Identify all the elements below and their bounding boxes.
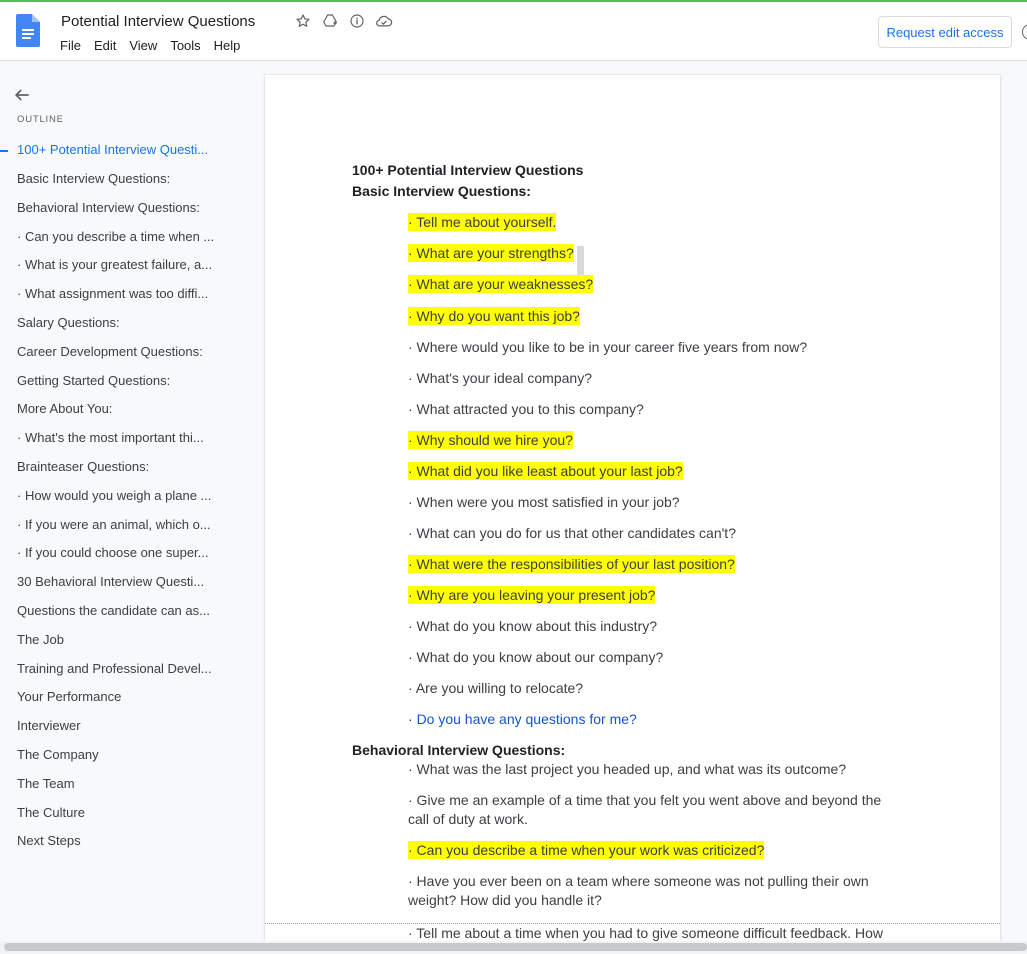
horizontal-scrollbar[interactable] (0, 941, 1027, 954)
question-line: · Have you ever been on a team where som… (408, 873, 869, 889)
app-header: Potential Interview Questions File Edit … (0, 2, 1027, 61)
outline-item[interactable]: Your Performance (17, 689, 221, 705)
question-line: · What do you know about this industry? (408, 618, 658, 634)
question-line: · What do you know about our company? (408, 649, 664, 665)
outline-item[interactable]: More About You: (17, 401, 221, 417)
request-edit-access-button[interactable]: Request edit access (878, 16, 1012, 48)
question-link[interactable]: Do you have any questions for me? (417, 711, 637, 727)
outline-item[interactable]: Salary Questions: (17, 315, 221, 331)
question-line: · Why do you want this job? (408, 307, 580, 325)
outline-active-indicator (0, 150, 8, 152)
menu-help[interactable]: Help (214, 38, 241, 53)
docs-logo-icon[interactable] (16, 14, 40, 47)
outline-item[interactable]: Next Steps (17, 833, 221, 849)
question-line: · Can you describe a time when your work… (408, 841, 765, 859)
question-line: · What were the responsibilities of your… (408, 555, 735, 573)
star-icon[interactable] (294, 12, 312, 30)
outline-item[interactable]: Questions the candidate can as... (17, 603, 221, 619)
account-avatar[interactable] (1022, 24, 1027, 40)
outline-item[interactable]: 30 Behavioral Interview Questi... (17, 574, 221, 590)
question-line: · When were you most satisfied in your j… (408, 494, 680, 510)
question-line: weight? How did you handle it? (408, 892, 602, 908)
menu-edit[interactable]: Edit (94, 38, 116, 53)
move-to-drive-icon[interactable] (321, 12, 339, 30)
outline-item[interactable]: · If you could choose one super... (17, 545, 221, 561)
scrollbar-thumb[interactable] (4, 943, 1027, 951)
outline-label: OUTLINE (17, 114, 64, 125)
outline-item[interactable]: Career Development Questions: (17, 344, 221, 360)
document-page[interactable]: 100+ Potential Interview Questions Basic… (265, 75, 1000, 941)
question-line: · Give me an example of a time that you … (408, 792, 882, 808)
question-line: · Do you have any questions for me? (408, 710, 637, 728)
outline-item[interactable]: 100+ Potential Interview Questi... (17, 142, 221, 158)
outline-item[interactable]: Behavioral Interview Questions: (17, 200, 221, 216)
question-line: · Why are you leaving your present job? (408, 586, 656, 604)
outline-item[interactable]: Getting Started Questions: (17, 373, 221, 389)
question-line: · What can you do for us that other cand… (408, 525, 736, 541)
document-outline-panel: OUTLINE 100+ Potential Interview Questi.… (0, 61, 238, 941)
close-outline-arrow-icon[interactable] (12, 85, 32, 105)
outline-item[interactable]: · What is your greatest failure, a... (17, 257, 221, 273)
question-line: · Tell me about yourself. (408, 213, 557, 231)
outline-item[interactable]: · How would you weigh a plane ... (17, 488, 221, 504)
bullet: · (408, 711, 413, 727)
document-title-heading: 100+ Potential Interview Questions (352, 162, 584, 178)
outline-item[interactable]: The Team (17, 776, 221, 792)
outline-item[interactable]: The Company (17, 747, 221, 763)
selection-cursor (577, 246, 584, 276)
menu-file[interactable]: File (60, 38, 81, 53)
question-line: · Are you willing to relocate? (408, 680, 584, 696)
question-line: · Where would you like to be in your car… (408, 339, 808, 355)
outline-item[interactable]: · What assignment was too diffi... (17, 286, 221, 302)
question-line: call of duty at work. (408, 811, 528, 827)
outline-item[interactable]: The Job (17, 632, 221, 648)
outline-item[interactable]: The Culture (17, 805, 221, 821)
question-line: · Tell me about a time when you had to g… (408, 925, 883, 941)
outline-item[interactable]: · If you were an animal, which o... (17, 517, 221, 533)
outline-item[interactable]: Basic Interview Questions: (17, 171, 221, 187)
basic-questions-heading: Basic Interview Questions: (352, 183, 531, 199)
question-line: · What attracted you to this company? (408, 401, 644, 417)
cloud-saved-icon[interactable] (375, 12, 393, 30)
behavioral-questions-heading: Behavioral Interview Questions: (352, 742, 566, 758)
menu-view[interactable]: View (129, 38, 157, 53)
outline-item[interactable]: · Can you describe a time when ... (17, 229, 221, 245)
menu-bar: File Edit View Tools Help (60, 38, 240, 53)
question-line: · What's your ideal company? (408, 370, 592, 386)
menu-tools[interactable]: Tools (170, 38, 200, 53)
info-icon[interactable] (348, 12, 366, 30)
document-title[interactable]: Potential Interview Questions (61, 13, 255, 30)
question-line: · What are your weaknesses? (408, 275, 594, 293)
question-line: · What are your strengths? (408, 244, 574, 262)
outline-item[interactable]: · What's the most important thi... (17, 430, 221, 446)
question-line: · What was the last project you headed u… (408, 761, 847, 777)
outline-item[interactable]: Brainteaser Questions: (17, 459, 221, 475)
question-line: · What did you like least about your las… (408, 462, 683, 480)
question-line: · Why should we hire you? (408, 431, 573, 449)
outline-item[interactable]: Interviewer (17, 718, 221, 734)
outline-item[interactable]: Training and Professional Devel... (17, 661, 221, 677)
